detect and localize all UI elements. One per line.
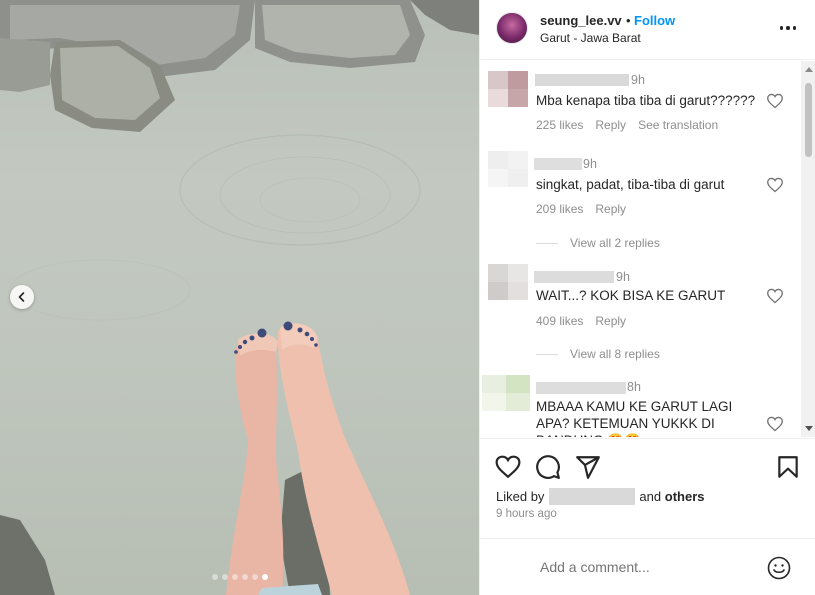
scroll-down-arrow-icon[interactable] <box>805 426 813 431</box>
chevron-left-icon <box>18 292 25 302</box>
liked-by-summary: Liked by and others <box>496 488 704 505</box>
heart-icon[interactable] <box>495 454 521 480</box>
carousel-dot <box>251 574 258 580</box>
scroll-up-arrow-icon[interactable] <box>805 67 813 72</box>
more-options-icon[interactable] <box>777 18 799 38</box>
comment-item: 8h MBAAA KAMU KE GARUT LAGI APA? KETEMUA… <box>480 371 800 437</box>
post-header: seung_lee.vv • Follow Garut - Jawa Barat <box>480 0 815 60</box>
liked-by-and: and <box>639 489 662 504</box>
post-location[interactable]: Garut - Jawa Barat <box>540 31 641 45</box>
carousel-dot <box>221 574 228 580</box>
reply-button[interactable]: Reply <box>595 202 626 216</box>
comment-time: 9h <box>631 73 645 87</box>
comment-heart-icon[interactable] <box>766 177 784 193</box>
bookmark-icon[interactable] <box>775 454 801 480</box>
emoji-icon[interactable] <box>767 556 791 580</box>
post-photo[interactable] <box>0 0 479 595</box>
comment-icon[interactable] <box>535 454 561 480</box>
comment-text: singkat, padat, tiba-tiba di garut <box>536 177 725 192</box>
comment-time: 9h <box>616 270 630 284</box>
post-sidebar: seung_lee.vv • Follow Garut - Jawa Barat… <box>479 0 815 595</box>
comment-heart-icon[interactable] <box>766 93 784 109</box>
comment-item: 9h singkat, padat, tiba-tiba di garut 20… <box>480 146 800 259</box>
scrollbar-thumb[interactable] <box>805 83 812 157</box>
comment-text: WAIT...? KOK BISA KE GARUT <box>536 288 726 303</box>
author-username[interactable]: seung_lee.vv <box>540 13 622 28</box>
commenter-username-redacted[interactable] <box>534 158 582 170</box>
liked-by-others-link[interactable]: others <box>665 489 705 504</box>
add-comment-input[interactable] <box>540 559 750 575</box>
liked-by-username-redacted[interactable] <box>549 488 636 505</box>
carousel-dot <box>211 574 218 580</box>
comment-time: 9h <box>583 157 597 171</box>
post-timestamp[interactable]: 9 hours ago <box>496 508 557 520</box>
add-comment-bar <box>480 538 815 595</box>
commenter-avatar[interactable] <box>482 375 530 411</box>
comment-meta: 209 likes Reply <box>536 202 626 216</box>
view-replies-label: View all 8 replies <box>570 347 660 361</box>
comment-item: 9h Mba kenapa tiba tiba di garut?????? 2… <box>480 61 800 146</box>
view-replies-button[interactable]: View all 2 replies <box>536 236 660 250</box>
follow-button[interactable]: Follow <box>634 13 675 28</box>
carousel-dot <box>261 574 268 580</box>
comment-meta: 409 likes Reply <box>536 314 626 328</box>
liked-by-prefix: Liked by <box>496 489 545 504</box>
view-replies-button[interactable]: View all 8 replies <box>536 347 660 361</box>
commenter-avatar[interactable] <box>488 71 528 107</box>
comments-list[interactable]: 9h Mba kenapa tiba tiba di garut?????? 2… <box>480 61 800 437</box>
post-actions: Liked by and others 9 hours ago <box>480 438 815 538</box>
comment-text: Mba kenapa tiba tiba di garut?????? <box>536 93 756 108</box>
comment-item: 9h WAIT...? KOK BISA KE GARUT 409 likes … <box>480 259 800 371</box>
commenter-username-redacted[interactable] <box>536 382 626 394</box>
author-avatar[interactable] <box>496 12 528 44</box>
previous-photo-button[interactable] <box>10 285 34 309</box>
see-translation-button[interactable]: See translation <box>638 118 718 132</box>
carousel-dot <box>241 574 248 580</box>
commenter-username-redacted[interactable] <box>535 74 629 86</box>
comment-heart-icon[interactable] <box>766 288 784 304</box>
photo-scene <box>0 0 479 595</box>
reply-button[interactable]: Reply <box>595 314 626 328</box>
comment-text: MBAAA KAMU KE GARUT LAGI APA? KETEMUAN Y… <box>536 399 733 437</box>
carousel-indicator <box>0 574 479 580</box>
view-replies-label: View all 2 replies <box>570 236 660 250</box>
comment-likes-count[interactable]: 409 likes <box>536 314 583 328</box>
comments-scrollbar[interactable] <box>801 61 815 437</box>
comment-likes-count[interactable]: 225 likes <box>536 118 583 132</box>
comment-time: 8h <box>627 380 641 394</box>
commenter-username-redacted[interactable] <box>534 271 614 283</box>
commenter-avatar[interactable] <box>488 151 528 187</box>
header-separator: • <box>626 13 631 28</box>
share-icon[interactable] <box>575 454 601 480</box>
comment-meta: 225 likes Reply See translation <box>536 118 718 132</box>
comment-likes-count[interactable]: 209 likes <box>536 202 583 216</box>
reply-button[interactable]: Reply <box>595 118 626 132</box>
commenter-avatar[interactable] <box>488 264 528 300</box>
carousel-dot <box>231 574 238 580</box>
comment-heart-icon[interactable] <box>766 416 784 432</box>
